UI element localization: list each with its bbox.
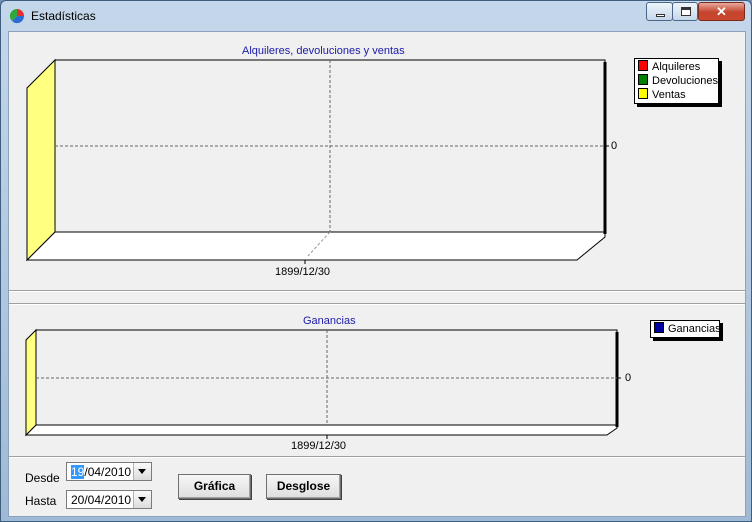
profits-chart-y-tick-label: 0 [625, 372, 632, 384]
profits-chart-panel: Ganancias 0 1899/12/30 Ganancias [9, 305, 745, 455]
hasta-label: Hasta [25, 494, 57, 508]
maximize-button[interactable] [672, 2, 698, 21]
legend-item-ventas: Ventas [638, 88, 715, 102]
legend-swatch [654, 322, 664, 333]
title-bar[interactable]: Estadísticas ✕ [1, 1, 751, 31]
close-icon: ✕ [716, 4, 727, 19]
statistics-window: Estadísticas ✕ Alquileres, devoluciones … [0, 0, 752, 522]
splitter-top[interactable] [9, 290, 745, 292]
desglose-button[interactable]: Desglose [266, 474, 341, 499]
legend-label: Ventas [652, 89, 686, 101]
legend-item-alquileres: Alquileres [638, 60, 715, 74]
legend-label: Devoluciones [652, 75, 719, 87]
rentals-chart-floor [25, 231, 606, 261]
client-area: Alquileres, devoluciones y ventas 0 1899… [8, 31, 746, 517]
desde-date-value[interactable]: 19/04/2010 [71, 465, 131, 479]
hasta-date-value[interactable]: 20/04/2010 [71, 493, 131, 507]
desde-day-selected[interactable]: 19 [71, 465, 85, 479]
desde-date-picker[interactable]: 19/04/2010 [66, 462, 152, 481]
legend-item-devoluciones: Devoluciones [638, 74, 719, 88]
grafica-button[interactable]: Gráfica [178, 474, 251, 499]
profits-chart-legend: Ganancias [650, 320, 721, 338]
legend-swatch [638, 60, 648, 71]
controls-separator [9, 456, 745, 458]
rentals-chart-y-tick-label: 0 [611, 140, 618, 152]
profits-chart [24, 328, 621, 439]
rentals-chart-x-tick-label: 1899/12/30 [275, 266, 331, 278]
desde-date-rest: /04/2010 [84, 465, 132, 479]
maximize-icon [681, 7, 691, 16]
profits-chart-floor [24, 424, 618, 436]
rentals-chart-side-wall [26, 58, 56, 262]
minimize-button[interactable] [646, 2, 673, 21]
legend-swatch [638, 74, 648, 85]
rentals-chart-legend: Alquileres Devoluciones Ventas [634, 58, 719, 104]
legend-label: Ganancias [668, 323, 721, 335]
hasta-date-picker[interactable]: 20/04/2010 [66, 490, 152, 509]
profits-chart-side-wall [25, 328, 37, 437]
profits-chart-x-tick-label: 1899/12/30 [291, 440, 347, 452]
minimize-icon [656, 14, 665, 17]
desde-dropdown-arrow-icon[interactable] [133, 463, 151, 480]
legend-item-ganancias: Ganancias [654, 322, 721, 336]
pie-chart-app-icon [9, 8, 25, 24]
legend-label: Alquileres [652, 61, 701, 73]
legend-swatch [638, 88, 648, 99]
window-title: Estadísticas [31, 9, 96, 23]
hasta-dropdown-arrow-icon[interactable] [133, 491, 151, 508]
rentals-chart-panel: Alquileres, devoluciones y ventas 0 1899… [9, 32, 745, 290]
desde-label: Desde [25, 471, 60, 485]
close-button[interactable]: ✕ [698, 2, 745, 21]
